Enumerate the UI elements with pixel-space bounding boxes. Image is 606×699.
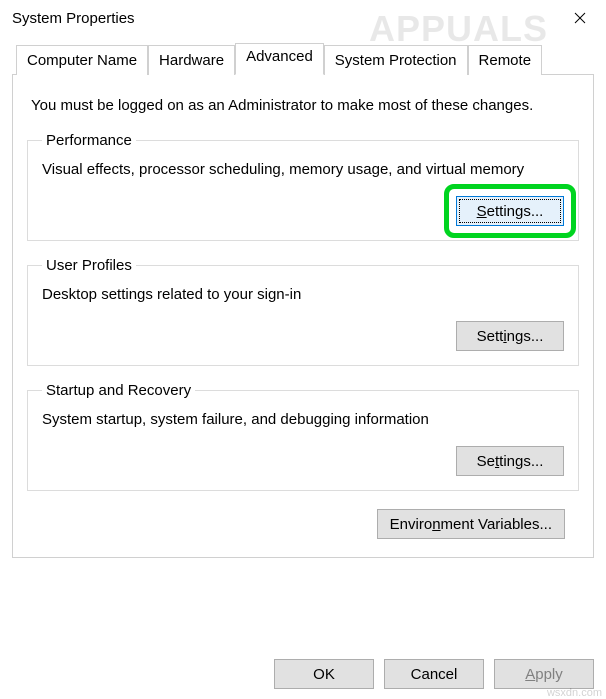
ok-button[interactable]: OK [274,659,374,689]
titlebar: System Properties [0,0,606,36]
tab-system-protection[interactable]: System Protection [324,45,468,75]
apply-button[interactable]: Apply [494,659,594,689]
tab-advanced[interactable]: Advanced [235,43,324,75]
admin-notice: You must be logged on as an Administrato… [31,97,579,114]
group-performance-legend: Performance [42,132,136,149]
environment-variables-button[interactable]: Environment Variables... [377,509,565,539]
group-startup-recovery: Startup and Recovery System startup, sys… [27,382,579,491]
window-title: System Properties [12,10,135,27]
startup-recovery-settings-button[interactable]: Settings... [456,446,564,476]
group-user-profiles: User Profiles Desktop settings related t… [27,257,579,366]
cancel-button[interactable]: Cancel [384,659,484,689]
tab-computer-name[interactable]: Computer Name [16,45,148,75]
user-profiles-settings-button[interactable]: Settings... [456,321,564,351]
tab-strip: Computer Name Hardware Advanced System P… [12,44,594,75]
group-startup-recovery-legend: Startup and Recovery [42,382,195,399]
close-icon [574,12,586,24]
group-performance: Performance Visual effects, processor sc… [27,132,579,241]
close-button[interactable] [557,3,602,33]
dialog-button-row: OK Cancel Apply [274,659,594,689]
tab-panel-advanced: You must be logged on as an Administrato… [12,75,594,558]
window-content: Computer Name Hardware Advanced System P… [0,44,606,558]
group-startup-recovery-desc: System startup, system failure, and debu… [42,411,564,428]
group-performance-desc: Visual effects, processor scheduling, me… [42,161,564,178]
system-properties-window: System Properties APPUALS Computer Name … [0,0,606,699]
tab-remote[interactable]: Remote [468,45,543,75]
group-user-profiles-desc: Desktop settings related to your sign-in [42,286,564,303]
tab-hardware[interactable]: Hardware [148,45,235,75]
performance-settings-button[interactable]: Settings... [456,196,564,226]
group-user-profiles-legend: User Profiles [42,257,136,274]
